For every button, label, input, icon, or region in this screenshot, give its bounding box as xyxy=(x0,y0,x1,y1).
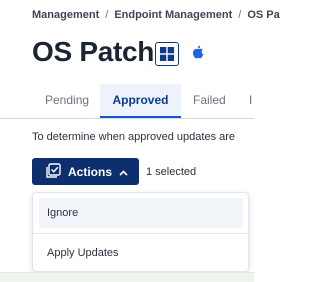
windows-icon[interactable] xyxy=(155,42,179,66)
tab-bar: Pending Approved Failed I xyxy=(0,84,254,119)
breadcrumb-item-os-patch: OS Pa xyxy=(247,9,280,21)
tab-failed[interactable]: Failed xyxy=(193,84,226,117)
apple-icon[interactable] xyxy=(192,45,204,64)
selection-count: 1 selected xyxy=(146,166,197,178)
menu-item-apply-updates[interactable]: Apply Updates xyxy=(39,238,243,268)
breadcrumb-separator: / xyxy=(238,9,242,21)
actions-button[interactable]: Actions xyxy=(32,158,139,185)
breadcrumb-item-endpoint-management[interactable]: Endpoint Management xyxy=(114,9,232,21)
actions-dropdown-menu: Ignore Apply Updates xyxy=(32,192,249,272)
breadcrumb-separator: / xyxy=(105,9,109,21)
chevron-up-icon xyxy=(119,165,128,179)
description-text: To determine when approved updates are xyxy=(32,131,236,143)
breadcrumb-item-management[interactable]: Management xyxy=(32,9,99,21)
tab-overflow[interactable]: I xyxy=(249,84,252,117)
page-title: OS Patch xyxy=(32,36,155,67)
tab-pending[interactable]: Pending xyxy=(45,84,89,117)
actions-label: Actions xyxy=(68,164,113,179)
checklist-icon xyxy=(46,162,61,181)
tab-approved[interactable]: Approved xyxy=(100,84,181,118)
menu-divider xyxy=(33,233,248,234)
breadcrumb: Management / Endpoint Management / OS Pa xyxy=(32,9,280,21)
menu-item-ignore[interactable]: Ignore xyxy=(39,198,243,228)
